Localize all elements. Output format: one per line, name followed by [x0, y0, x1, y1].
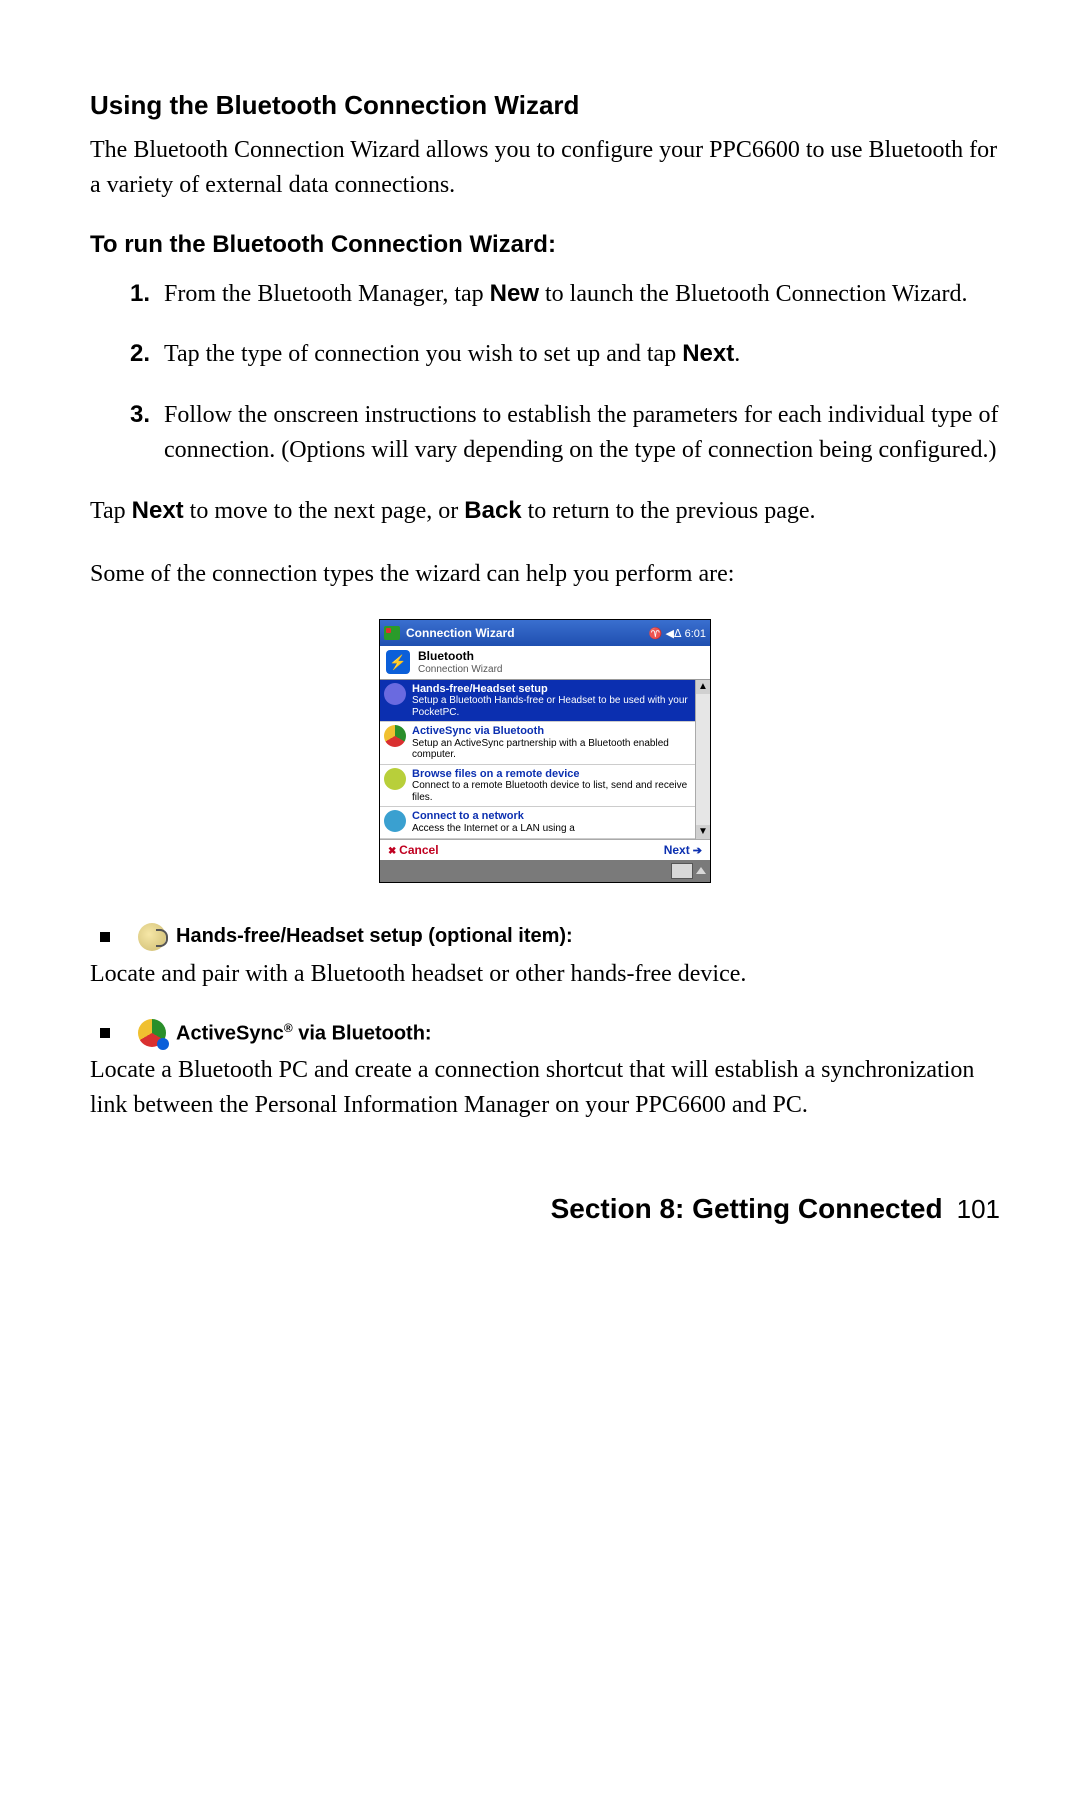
- text: ActiveSync: [176, 1023, 284, 1045]
- nav-instruction: Tap Next to move to the next page, or Ba…: [90, 494, 1000, 529]
- option-label: Hands-free/Headset setup (optional item)…: [176, 925, 573, 948]
- headset-icon: [138, 923, 166, 951]
- keyboard-icon[interactable]: [671, 863, 693, 879]
- wizard-header: ⚡ Bluetooth Connection Wizard: [380, 646, 710, 679]
- page-footer: Section 8: Getting Connected 101: [90, 1193, 1000, 1225]
- item-title: Browse files on a remote device: [412, 768, 706, 781]
- bold-next: Next: [682, 340, 734, 367]
- network-icon: [384, 810, 406, 832]
- item-desc: Setup an ActiveSync partnership with a B…: [412, 738, 706, 761]
- option-activesync-heading: ActiveSync® via Bluetooth:: [100, 1019, 1000, 1047]
- option-handsfree-desc: Locate and pair with a Bluetooth headset…: [90, 957, 1000, 992]
- steps-list: 1. From the Bluetooth Manager, tap New t…: [90, 277, 1000, 468]
- step-text: Follow the onscreen instructions to esta…: [164, 398, 1000, 468]
- next-button[interactable]: Next: [664, 843, 702, 857]
- item-desc: Access the Internet or a LAN using a: [412, 823, 575, 835]
- step-1: 1. From the Bluetooth Manager, tap New t…: [90, 277, 1000, 312]
- bold-back: Back: [464, 497, 521, 524]
- document-page: Using the Bluetooth Connection Wizard Th…: [0, 0, 1080, 1285]
- bluetooth-icon: ⚡: [386, 650, 410, 674]
- step-number: 3.: [90, 398, 164, 468]
- start-flag-icon[interactable]: [384, 626, 400, 640]
- window-title: Connection Wizard: [406, 626, 649, 640]
- step-2: 2. Tap the type of connection you wish t…: [90, 337, 1000, 372]
- scroll-up-icon[interactable]: ▲: [696, 680, 710, 694]
- scrollbar[interactable]: ▲ ▼: [695, 680, 710, 839]
- text: Follow the onscreen instructions to esta…: [164, 402, 998, 463]
- bullet-icon: [100, 932, 110, 942]
- sip-bar: [380, 860, 710, 882]
- list-item-handsfree[interactable]: Hands-free/Headset setup Setup a Bluetoo…: [380, 680, 710, 723]
- option-label: ActiveSync® via Bluetooth:: [176, 1021, 432, 1046]
- activesync-icon: [384, 725, 406, 747]
- step-3: 3. Follow the onscreen instructions to e…: [90, 398, 1000, 468]
- wizard-option-list: Hands-free/Headset setup Setup a Bluetoo…: [380, 680, 710, 839]
- item-desc: Setup a Bluetooth Hands-free or Headset …: [412, 695, 706, 718]
- option-handsfree-heading: Hands-free/Headset setup (optional item)…: [100, 923, 1000, 951]
- text: to move to the next page, or: [184, 498, 465, 524]
- list-item-activesync[interactable]: ActiveSync via Bluetooth Setup an Active…: [380, 722, 710, 765]
- step-number: 2.: [90, 337, 164, 372]
- text: Tap: [90, 498, 132, 524]
- sip-menu-icon[interactable]: [696, 867, 706, 874]
- handsfree-icon: [384, 683, 406, 705]
- embedded-screenshot: Connection Wizard ♈ ◀ᐃ 6:01 ⚡ Bluetooth …: [90, 619, 1000, 882]
- list-item-network[interactable]: Connect to a network Access the Internet…: [380, 807, 710, 838]
- cancel-button[interactable]: Cancel: [388, 843, 439, 857]
- intro-paragraph: The Bluetooth Connection Wizard allows y…: [90, 133, 1000, 203]
- header-line2: Connection Wizard: [418, 664, 502, 675]
- step-number: 1.: [90, 277, 164, 312]
- step-text: Tap the type of connection you wish to s…: [164, 337, 1000, 372]
- ppc-window: Connection Wizard ♈ ◀ᐃ 6:01 ⚡ Bluetooth …: [379, 619, 711, 882]
- bold-next: Next: [132, 497, 184, 524]
- text: via Bluetooth:: [293, 1023, 432, 1045]
- item-title: Connect to a network: [412, 810, 575, 823]
- leadin-paragraph: Some of the connection types the wizard …: [90, 557, 1000, 592]
- subheading-to-run: To run the Bluetooth Connection Wizard:: [90, 231, 1000, 259]
- item-title: ActiveSync via Bluetooth: [412, 725, 706, 738]
- wizard-footer: Cancel Next: [380, 839, 710, 860]
- step-text: From the Bluetooth Manager, tap New to l…: [164, 277, 1000, 312]
- bold-new: New: [490, 280, 539, 307]
- browse-icon: [384, 768, 406, 790]
- bullet-icon: [100, 1028, 110, 1038]
- text: .: [734, 341, 740, 367]
- item-desc: Connect to a remote Bluetooth device to …: [412, 780, 706, 803]
- item-title: Hands-free/Headset setup: [412, 683, 706, 696]
- header-text: Bluetooth Connection Wizard: [418, 650, 502, 674]
- text: Tap the type of connection you wish to s…: [164, 341, 682, 367]
- text: to launch the Bluetooth Connection Wizar…: [539, 281, 968, 307]
- option-activesync-desc: Locate a Bluetooth PC and create a conne…: [90, 1053, 1000, 1123]
- text: From the Bluetooth Manager, tap: [164, 281, 490, 307]
- status-area: ♈ ◀ᐃ 6:01: [649, 627, 706, 640]
- list-item-browse[interactable]: Browse files on a remote device Connect …: [380, 765, 710, 808]
- page-number: 101: [957, 1194, 1000, 1225]
- titlebar: Connection Wizard ♈ ◀ᐃ 6:01: [380, 620, 710, 646]
- heading-using-wizard: Using the Bluetooth Connection Wizard: [90, 90, 1000, 121]
- scroll-down-icon[interactable]: ▼: [696, 825, 710, 839]
- section-label: Section 8: Getting Connected: [551, 1193, 943, 1225]
- activesync-icon: [138, 1019, 166, 1047]
- header-line1: Bluetooth: [418, 650, 502, 663]
- registered-mark: ®: [284, 1021, 293, 1035]
- text: to return to the previous page.: [522, 498, 816, 524]
